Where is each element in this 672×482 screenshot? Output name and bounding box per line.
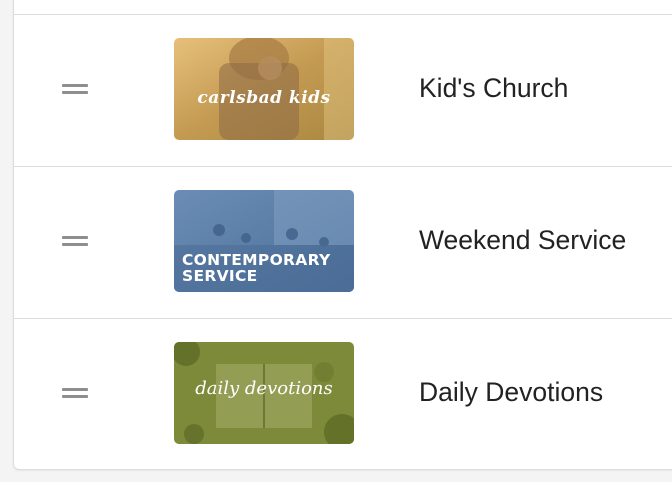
thumbnail-daily-devotions[interactable]: daily devotions <box>174 342 354 444</box>
list-item[interactable]: CONTEMPORARY SERVICE Weekend Service <box>14 166 672 318</box>
list-item[interactable]: daily devotions Daily Devotions <box>14 318 672 469</box>
item-title: Weekend Service <box>419 225 627 255</box>
drag-handle-icon[interactable] <box>62 84 88 96</box>
drag-handle-icon[interactable] <box>62 236 88 248</box>
thumbnail-weekend-service[interactable]: CONTEMPORARY SERVICE <box>174 190 354 292</box>
list-item[interactable]: carlsbad kids Kid's Church <box>14 14 672 166</box>
thumbnail-text-line2: SERVICE <box>182 267 258 285</box>
drag-handle-icon[interactable] <box>62 388 88 400</box>
sortable-list: carlsbad kids Kid's Church CONTEMPORARY … <box>13 0 672 470</box>
item-title: Daily Devotions <box>419 377 604 407</box>
thumbnail-text: CONTEMPORARY SERVICE <box>182 252 354 284</box>
thumbnail-text-line1: CONTEMPORARY <box>182 251 331 269</box>
thumbnail-kids-church[interactable]: carlsbad kids <box>174 38 354 140</box>
item-title: Kid's Church <box>419 73 569 103</box>
thumbnail-text: daily devotions <box>195 378 333 399</box>
thumbnail-text: carlsbad kids <box>197 88 331 108</box>
